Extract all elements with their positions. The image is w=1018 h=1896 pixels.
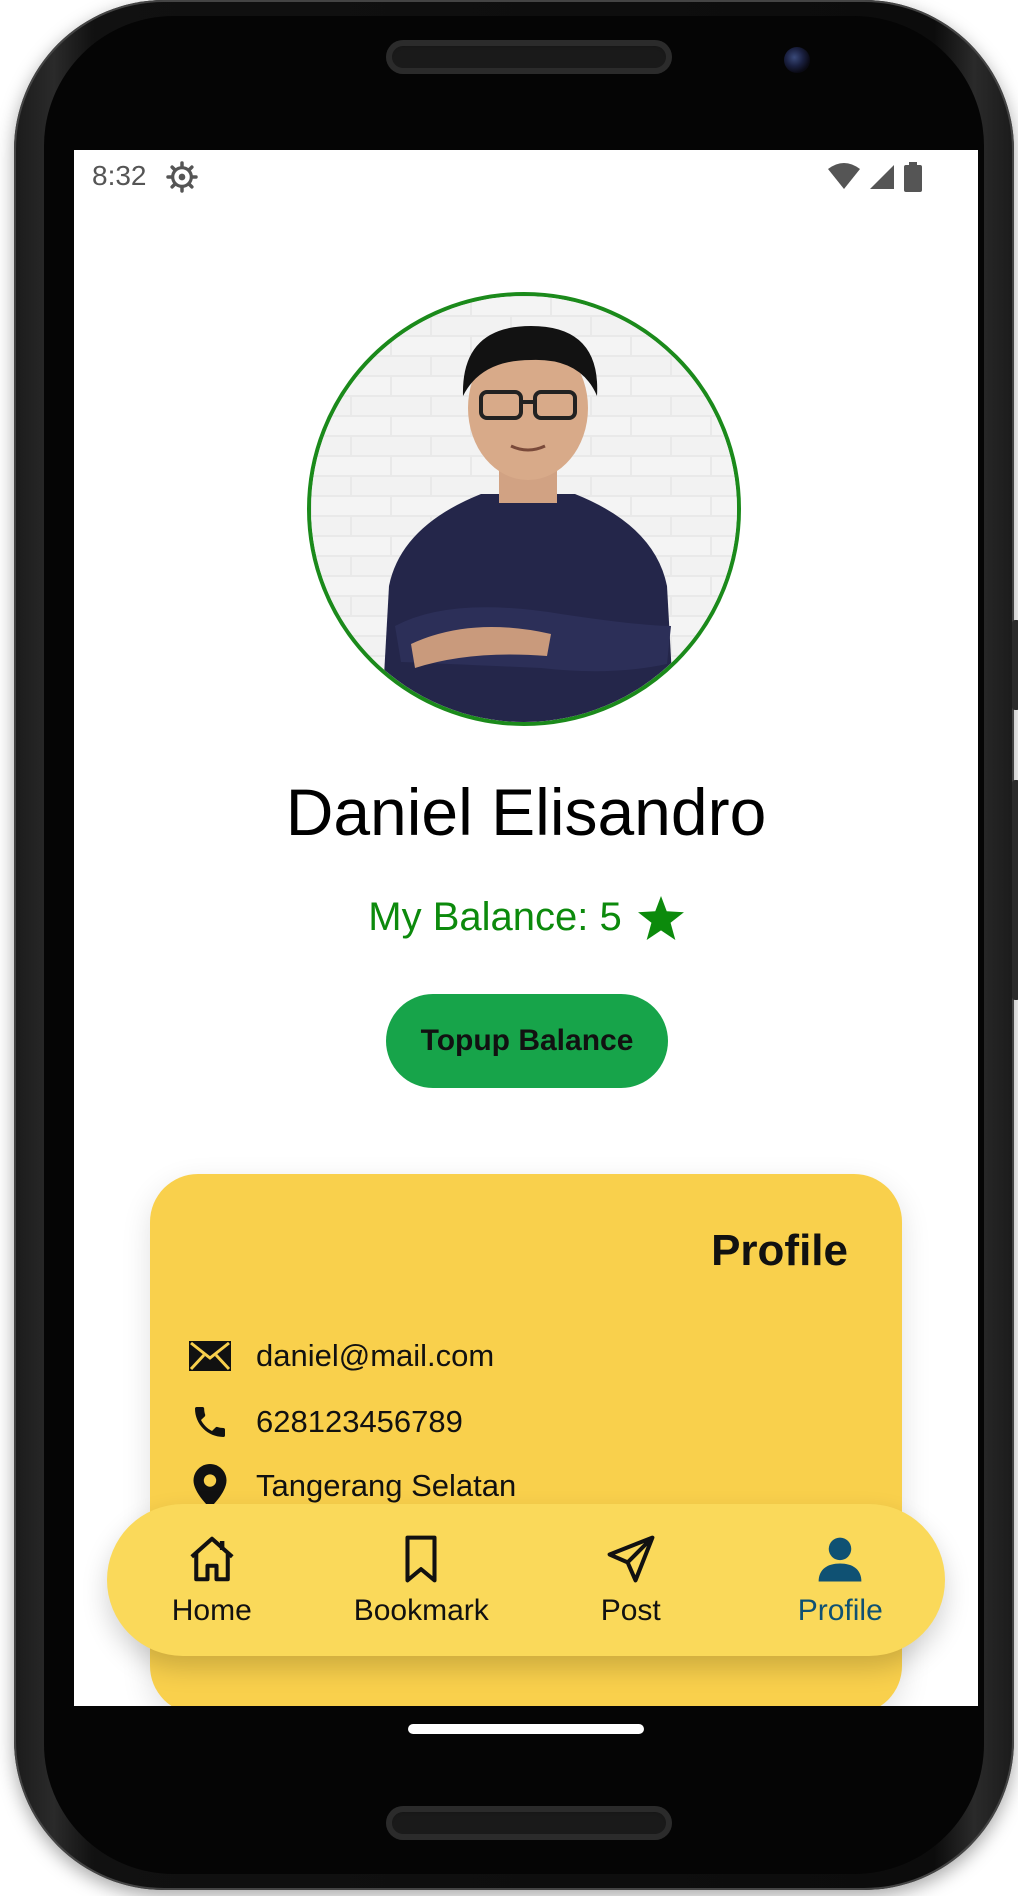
email-row: daniel@mail.com [188,1334,494,1378]
front-camera [784,47,810,73]
nav-home-label: Home [171,1594,252,1627]
nav-bookmark-label: Bookmark [353,1594,489,1627]
location-row: Tangerang Selatan [188,1464,516,1508]
app-screen: 8:32 Daniel Elisandro My Balance: 5 Topu… [74,150,978,1706]
top-speaker [386,40,672,74]
bottom-speaker [386,1806,672,1840]
star-icon [637,895,684,940]
balance-label: My Balance: 5 [368,895,622,939]
nav-post[interactable]: Post [536,1532,726,1628]
send-icon [607,1535,655,1583]
avatar-photo [311,296,737,722]
person-icon [818,1537,862,1582]
status-bar: 8:32 [74,150,978,206]
wifi-icon [828,163,860,189]
email-text: daniel@mail.com [256,1338,495,1373]
bottom-navigation: Home Bookmark Post Profile [107,1504,945,1656]
settings-gear-icon [166,161,198,193]
phone-frame: 8:32 Daniel Elisandro My Balance: 5 Topu… [14,0,1018,1890]
mail-icon [188,1334,232,1378]
signal-icon [870,165,894,189]
profile-name: Daniel Elisandro [285,775,767,849]
volume-button [1012,620,1018,710]
phone-text: 628123456789 [256,1404,463,1439]
status-icons [828,162,922,192]
topup-balance-button[interactable]: Topup Balance [386,994,668,1088]
card-title: Profile [711,1226,848,1275]
nav-home[interactable]: Home [117,1532,307,1628]
power-button [1012,780,1018,1000]
nav-bookmark[interactable]: Bookmark [326,1532,516,1628]
location-pin-icon [188,1464,232,1508]
status-time: 8:32 [92,160,147,191]
nav-profile[interactable]: Profile [745,1532,935,1628]
phone-icon [188,1400,232,1444]
phone-row: 628123456789 [188,1400,463,1444]
battery-icon [904,162,922,192]
location-text: Tangerang Selatan [256,1468,517,1503]
bookmark-icon [405,1535,437,1583]
nav-profile-label: Profile [797,1594,883,1627]
profile-avatar [307,292,741,726]
balance-row: My Balance: 5 [74,895,978,940]
home-indicator[interactable] [408,1724,644,1734]
nav-post-label: Post [600,1594,661,1627]
home-icon [190,1536,234,1582]
